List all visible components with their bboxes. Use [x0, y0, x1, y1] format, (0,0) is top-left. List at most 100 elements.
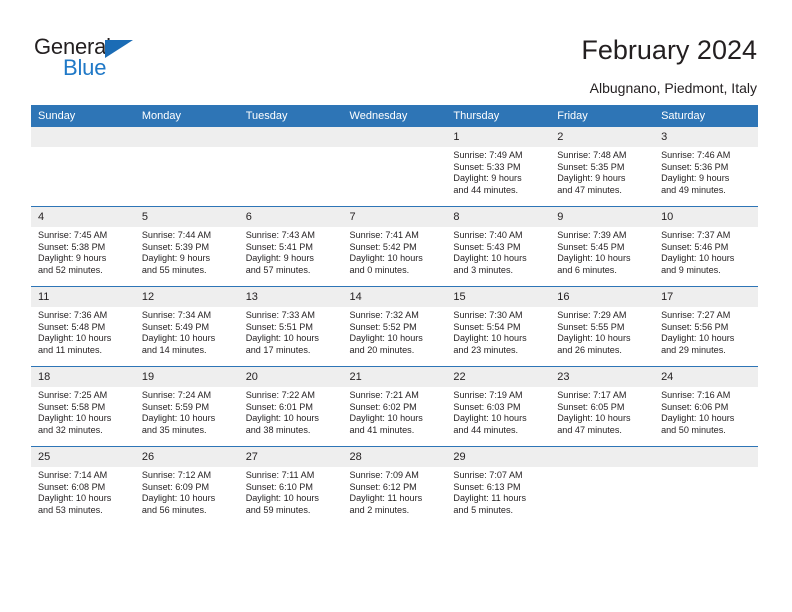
calendar-day-cell[interactable]: 10 Sunrise: 7:37 AM Sunset: 5:46 PM Dayligh… [654, 206, 758, 287]
sunrise-time: Sunrise: 7:33 AM [245, 310, 315, 320]
daylight-duration-line2: and 35 minutes. [141, 424, 207, 435]
calendar-day-cell-empty [134, 127, 239, 207]
calendar-week-row: 11 Sunrise: 7:36 AM Sunset: 5:48 PM Dayligh… [31, 286, 758, 367]
calendar-day-cell[interactable]: 13 Sunrise: 7:33 AM Sunset: 5:51 PM Dayligh… [238, 286, 343, 367]
day-number: 11 [31, 287, 135, 307]
daylight-duration-line1: Daylight: 10 hours [453, 253, 527, 264]
sunset-time: Sunset: 6:09 PM [141, 481, 210, 492]
day-sun-info: Sunrise: 7:39 AM Sunset: 5:45 PM Daylight:… [550, 227, 654, 276]
day-number: 10 [654, 207, 758, 227]
daylight-duration-line1: Daylight: 10 hours [557, 413, 631, 424]
calendar-day-cell[interactable]: 19 Sunrise: 7:24 AM Sunset: 5:59 PM Dayligh… [134, 366, 239, 447]
daylight-duration-line1: Daylight: 10 hours [245, 333, 319, 344]
calendar-day-cell[interactable]: 2 Sunrise: 7:48 AM Sunset: 5:35 PM Daylight… [550, 127, 655, 207]
daylight-duration-line1: Daylight: 10 hours [557, 333, 631, 344]
calendar-day-cell[interactable]: 25 Sunrise: 7:14 AM Sunset: 6:08 PM Dayligh… [31, 446, 135, 526]
day-number: 1 [446, 127, 551, 147]
daylight-duration-line1: Daylight: 9 hours [661, 173, 730, 184]
calendar-day-cell[interactable]: 5 Sunrise: 7:44 AM Sunset: 5:39 PM Daylight… [134, 206, 239, 287]
sunset-time: Sunset: 6:05 PM [557, 401, 625, 412]
sunrise-time: Sunrise: 7:41 AM [349, 230, 419, 240]
daylight-duration-line1: Daylight: 10 hours [245, 413, 319, 424]
sunset-time: Sunset: 6:13 PM [453, 481, 521, 492]
sunset-time: Sunset: 5:51 PM [245, 321, 313, 332]
calendar-day-cell[interactable]: 15 Sunrise: 7:30 AM Sunset: 5:54 PM Dayligh… [446, 286, 551, 367]
day-number: 4 [31, 207, 135, 227]
sunset-time: Sunset: 5:58 PM [38, 401, 106, 412]
calendar-day-cell[interactable]: 24 Sunrise: 7:16 AM Sunset: 6:06 PM Dayligh… [654, 366, 758, 447]
daylight-duration-line2: and 11 minutes. [38, 344, 103, 355]
daylight-duration-line1: Daylight: 11 hours [453, 493, 526, 504]
daylight-duration-line1: Daylight: 10 hours [349, 413, 423, 424]
daylight-duration-line1: Daylight: 10 hours [38, 493, 112, 504]
page-header: General Blue February 2024 Albugnano, Pi… [0, 0, 792, 96]
day-sun-info: Sunrise: 7:25 AM Sunset: 5:58 PM Daylight:… [31, 387, 135, 436]
day-sun-info: Sunrise: 7:45 AM Sunset: 5:38 PM Daylight:… [31, 227, 135, 276]
day-number: 15 [446, 287, 551, 307]
page-location: Albugnano, Piedmont, Italy [589, 80, 757, 96]
calendar-day-cell[interactable]: 3 Sunrise: 7:46 AM Sunset: 5:36 PM Daylight… [654, 127, 758, 207]
sunrise-time: Sunrise: 7:40 AM [453, 230, 523, 240]
day-sun-info: Sunrise: 7:36 AM Sunset: 5:48 PM Daylight:… [31, 307, 135, 356]
day-number: 9 [550, 207, 655, 227]
sunset-time: Sunset: 5:35 PM [557, 161, 625, 172]
weekday-header-sunday: Sunday [31, 105, 135, 127]
sunrise-time: Sunrise: 7:17 AM [557, 390, 627, 400]
day-sun-info: Sunrise: 7:14 AM Sunset: 6:08 PM Daylight:… [31, 467, 135, 516]
calendar-day-cell-empty [342, 127, 447, 207]
calendar-day-cell[interactable]: 1 Sunrise: 7:49 AM Sunset: 5:33 PM Daylight… [446, 127, 551, 207]
day-number: 23 [550, 367, 655, 387]
calendar-day-cell[interactable]: 28 Sunrise: 7:09 AM Sunset: 6:12 PM Dayligh… [342, 446, 447, 526]
day-sun-info: Sunrise: 7:12 AM Sunset: 6:09 PM Daylight:… [135, 467, 239, 516]
sunrise-time: Sunrise: 7:36 AM [38, 310, 108, 320]
calendar-day-cell[interactable]: 7 Sunrise: 7:41 AM Sunset: 5:42 PM Daylight… [342, 206, 447, 287]
day-number: 6 [238, 207, 343, 227]
sunset-time: Sunset: 6:06 PM [661, 401, 729, 412]
day-number: 3 [654, 127, 758, 147]
day-number: 7 [342, 207, 447, 227]
calendar-day-cell[interactable]: 11 Sunrise: 7:36 AM Sunset: 5:48 PM Dayligh… [31, 286, 135, 367]
calendar-day-cell[interactable]: 8 Sunrise: 7:40 AM Sunset: 5:43 PM Daylight… [446, 206, 551, 287]
calendar-day-cell[interactable]: 14 Sunrise: 7:32 AM Sunset: 5:52 PM Dayligh… [342, 286, 447, 367]
daylight-duration-line1: Daylight: 10 hours [453, 333, 527, 344]
calendar-page: General Blue February 2024 Albugnano, Pi… [0, 0, 792, 612]
logo-text-blue: Blue [63, 55, 107, 80]
daylight-duration-line2: and 23 minutes. [453, 344, 519, 355]
calendar-day-cell[interactable]: 27 Sunrise: 7:11 AM Sunset: 6:10 PM Dayligh… [238, 446, 343, 526]
day-sun-info: Sunrise: 7:37 AM Sunset: 5:46 PM Daylight:… [654, 227, 758, 276]
day-sun-info: Sunrise: 7:34 AM Sunset: 5:49 PM Daylight:… [135, 307, 239, 356]
calendar-day-cell[interactable]: 29 Sunrise: 7:07 AM Sunset: 6:13 PM Dayligh… [446, 446, 551, 526]
sunrise-time: Sunrise: 7:09 AM [349, 470, 419, 480]
day-number: 5 [134, 207, 239, 227]
calendar-day-cell[interactable]: 4 Sunrise: 7:45 AM Sunset: 5:38 PM Daylight… [31, 206, 135, 287]
calendar-day-cell[interactable]: 12 Sunrise: 7:34 AM Sunset: 5:49 PM Dayligh… [134, 286, 239, 367]
sunset-time: Sunset: 6:03 PM [453, 401, 521, 412]
daylight-duration-line1: Daylight: 9 hours [38, 253, 107, 264]
calendar-day-cell[interactable]: 17 Sunrise: 7:27 AM Sunset: 5:56 PM Dayligh… [654, 286, 758, 367]
sunset-time: Sunset: 5:33 PM [453, 161, 521, 172]
daylight-duration-line2: and 6 minutes. [557, 264, 617, 275]
sunset-time: Sunset: 6:10 PM [245, 481, 313, 492]
calendar-day-cell[interactable]: 16 Sunrise: 7:29 AM Sunset: 5:55 PM Dayligh… [550, 286, 655, 367]
calendar-day-cell[interactable]: 9 Sunrise: 7:39 AM Sunset: 5:45 PM Daylight… [550, 206, 655, 287]
calendar-day-cell[interactable]: 22 Sunrise: 7:19 AM Sunset: 6:03 PM Dayligh… [446, 366, 551, 447]
calendar-day-cell[interactable]: 23 Sunrise: 7:17 AM Sunset: 6:05 PM Dayligh… [550, 366, 655, 447]
calendar-day-cell[interactable]: 6 Sunrise: 7:43 AM Sunset: 5:41 PM Daylight… [238, 206, 343, 287]
sunrise-time: Sunrise: 7:43 AM [245, 230, 315, 240]
general-blue-logo[interactable]: General Blue [34, 36, 214, 84]
calendar-day-cell[interactable]: 18 Sunrise: 7:25 AM Sunset: 5:58 PM Dayligh… [31, 366, 135, 447]
calendar-day-cell[interactable]: 21 Sunrise: 7:21 AM Sunset: 6:02 PM Dayligh… [342, 366, 447, 447]
calendar-day-cell-empty [654, 446, 758, 526]
calendar-day-cell[interactable]: 20 Sunrise: 7:22 AM Sunset: 6:01 PM Dayligh… [238, 366, 343, 447]
day-number [654, 447, 758, 467]
sunrise-time: Sunrise: 7:07 AM [453, 470, 523, 480]
calendar-day-cell[interactable]: 26 Sunrise: 7:12 AM Sunset: 6:09 PM Dayligh… [134, 446, 239, 526]
daylight-duration-line1: Daylight: 10 hours [661, 333, 735, 344]
day-number: 13 [238, 287, 343, 307]
day-sun-info: Sunrise: 7:27 AM Sunset: 5:56 PM Daylight:… [654, 307, 758, 356]
day-number: 2 [550, 127, 655, 147]
sunset-time: Sunset: 5:46 PM [661, 241, 729, 252]
day-sun-info: Sunrise: 7:17 AM Sunset: 6:05 PM Daylight:… [550, 387, 654, 436]
calendar-grid: Sunday Monday Tuesday Wednesday Thursday… [31, 105, 758, 526]
sunset-time: Sunset: 5:48 PM [38, 321, 106, 332]
